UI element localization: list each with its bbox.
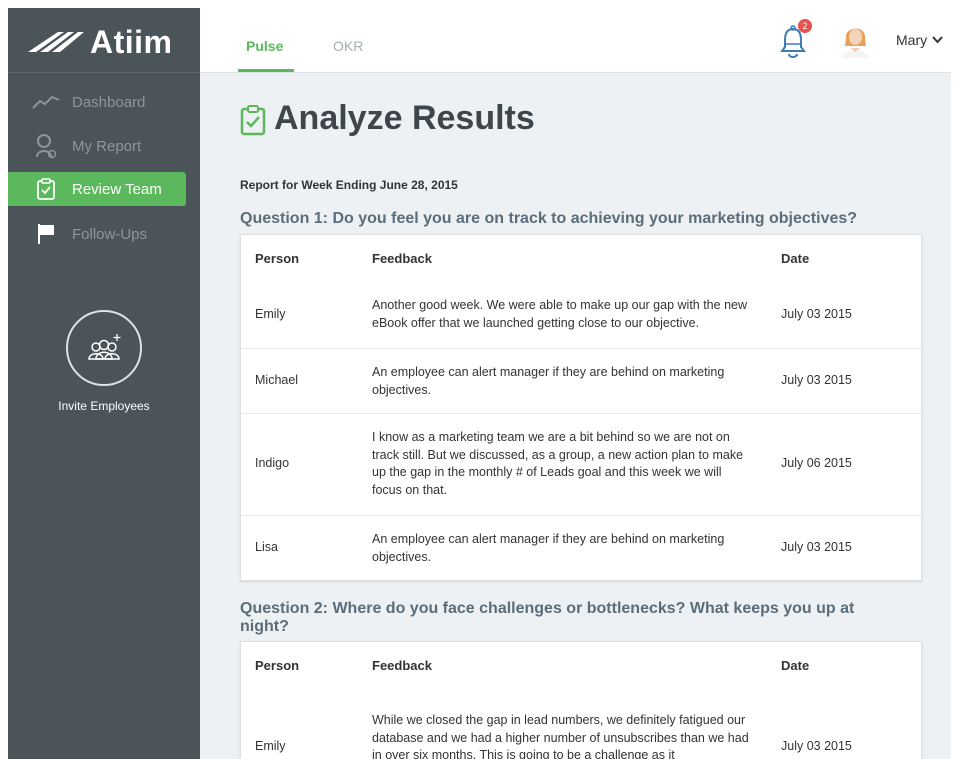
cell-person: Michael xyxy=(255,373,299,387)
table-row: Indigo I know as a marketing team we are… xyxy=(241,413,921,515)
tab-okr[interactable]: OKR xyxy=(333,38,363,54)
cell-date: July 03 2015 xyxy=(781,540,852,554)
person-report-icon xyxy=(32,134,60,159)
column-header-date: Date xyxy=(781,658,810,673)
sidebar: Atiim Dashboard My Report Review Team Fo… xyxy=(8,8,200,759)
cell-person: Emily xyxy=(255,739,286,753)
brand-name: Atiim xyxy=(90,24,173,60)
sidebar-item-label: Review Team xyxy=(72,180,162,198)
table-row: Emily While we closed the gap in lead nu… xyxy=(241,688,921,759)
question-1-title: Question 1: Do you feel you are on track… xyxy=(240,210,858,227)
app-window: Atiim Dashboard My Report Review Team Fo… xyxy=(8,8,951,759)
clipboard-check-icon xyxy=(240,105,266,136)
cell-date: July 03 2015 xyxy=(781,307,852,321)
cell-person: Emily xyxy=(255,307,286,321)
table-header: Person Feedback Date xyxy=(241,235,921,281)
cell-person: Indigo xyxy=(255,456,290,470)
chart-line-icon xyxy=(32,91,60,113)
chevron-down-icon[interactable] xyxy=(932,36,943,44)
table-row: Michael An employee can alert manager if… xyxy=(241,348,921,413)
report-week-label: Report for Week Ending June 28, 2015 xyxy=(240,178,458,192)
column-header-person: Person xyxy=(255,658,300,673)
user-name[interactable]: Mary xyxy=(896,32,927,48)
invite-circle xyxy=(66,310,142,386)
table-row: Emily Another good week. We were able to… xyxy=(241,281,921,348)
flag-icon xyxy=(32,223,60,245)
cell-feedback: Another good week. We were able to make … xyxy=(372,298,747,330)
cell-person: Lisa xyxy=(255,540,278,554)
sidebar-item-dashboard[interactable]: Dashboard xyxy=(8,85,186,119)
sidebar-item-label: Follow-Ups xyxy=(72,225,148,243)
avatar[interactable] xyxy=(840,22,870,58)
sidebar-item-label: My Report xyxy=(72,137,142,155)
cell-feedback: I know as a marketing team we are a bit … xyxy=(372,430,744,497)
column-header-person: Person xyxy=(255,251,300,266)
invite-employees-label: Invite Employees xyxy=(58,399,150,413)
top-bar: Pulse OKR 2 Mary xyxy=(200,8,951,73)
cell-date: July 06 2015 xyxy=(781,456,852,470)
cell-date: July 03 2015 xyxy=(781,739,852,753)
cell-feedback: While we closed the gap in lead numbers,… xyxy=(372,713,749,759)
sidebar-item-label: Dashboard xyxy=(72,93,146,111)
add-group-icon xyxy=(88,334,121,360)
cell-feedback: An employee can alert manager if they ar… xyxy=(372,532,725,564)
sidebar-item-my-report[interactable]: My Report xyxy=(8,129,186,163)
sidebar-item-follow-ups[interactable]: Follow-Ups xyxy=(8,217,186,251)
notification-badge: 2 xyxy=(798,19,812,33)
page-title: Analyze Results xyxy=(274,99,535,137)
brand-logo[interactable]: Atiim xyxy=(8,8,200,73)
table-header: Person Feedback Date xyxy=(241,642,921,688)
feedback-table: Person Feedback Date Emily Another good … xyxy=(240,234,922,581)
question-2-title: Question 2: Where do you face challenges… xyxy=(240,600,855,635)
column-header-date: Date xyxy=(781,251,810,266)
column-header-feedback: Feedback xyxy=(372,251,432,266)
cell-feedback: An employee can alert manager if they ar… xyxy=(372,365,725,397)
sidebar-item-review-team[interactable]: Review Team xyxy=(8,172,186,206)
clipboard-check-icon xyxy=(32,178,60,200)
main-content: Analyze Results Report for Week Ending J… xyxy=(200,74,951,759)
cell-date: July 03 2015 xyxy=(781,373,852,387)
atiim-logo-icon xyxy=(28,32,84,52)
table-row: Lisa An employee can alert manager if th… xyxy=(241,515,921,581)
active-tab-indicator xyxy=(238,69,294,72)
invite-employees-button[interactable]: Invite Employees xyxy=(8,310,200,413)
column-header-feedback: Feedback xyxy=(372,658,432,673)
feedback-table: Person Feedback Date Emily While we clos… xyxy=(240,641,922,759)
tab-pulse[interactable]: Pulse xyxy=(246,38,283,54)
